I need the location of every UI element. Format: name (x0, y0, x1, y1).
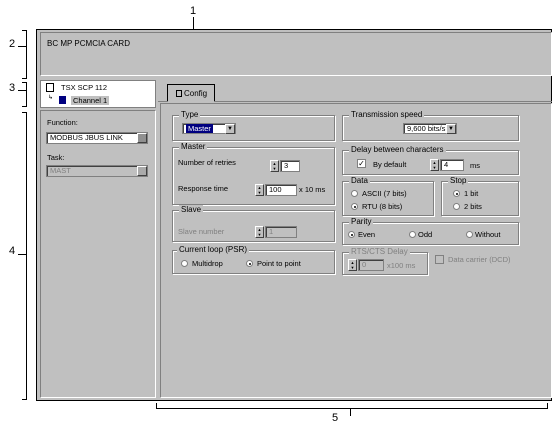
point-to-point-radio[interactable] (246, 260, 253, 267)
retries-input[interactable]: 3 (280, 160, 300, 172)
rts-cts-value: 0 (362, 260, 367, 269)
channel-icon (59, 96, 66, 104)
multidrop-label: Multidrop (192, 259, 223, 268)
parity-even-radio[interactable] (348, 231, 355, 238)
slave-group-title: Slave (179, 205, 204, 214)
response-time-label: Response time (178, 184, 229, 193)
transmission-speed-dropdown-icon[interactable]: ▼ (446, 124, 456, 134)
callout-5: 5 (332, 412, 339, 424)
rts-cts-unit: x100 ms (387, 261, 416, 270)
ascii-radio[interactable] (351, 190, 358, 197)
tree-channel-label[interactable]: Channel 1 (71, 96, 110, 105)
by-default-checkbox[interactable]: ✓ (357, 159, 366, 168)
config-tab-icon (176, 90, 182, 97)
delay-group-title: Delay between characters (349, 145, 446, 154)
by-default-label: By default (373, 160, 407, 169)
master-group-title: Master (179, 142, 208, 151)
parity-without-radio[interactable] (466, 231, 473, 238)
slave-number-spinner-icon[interactable]: ▲ ▼ (255, 226, 264, 238)
rts-cts-spinner-icon[interactable]: ▲ ▼ (348, 259, 357, 271)
callout-1: 1 (190, 5, 197, 17)
module-header: BC MP PCMCIA CARD (40, 32, 552, 76)
response-time-input[interactable]: 100 (265, 184, 297, 196)
slave-number-input[interactable]: 1 (265, 226, 297, 238)
callout-3-bracket (26, 82, 27, 107)
callout-3: 3 (9, 82, 16, 94)
rtu-radio[interactable] (351, 203, 358, 210)
tab-config[interactable]: Config (167, 84, 215, 102)
transmission-speed-value: 9,600 bits/s (407, 124, 446, 133)
retries-value: 3 (284, 161, 289, 170)
tree-branch-icon: ↳ (48, 95, 54, 101)
callout-4-bracket (26, 112, 27, 400)
stop-group-title: Stop (448, 176, 469, 185)
parity-odd-label: Odd (418, 230, 433, 239)
type-group-title: Type (179, 110, 201, 119)
master-group: Master (172, 142, 335, 205)
parity-even-label: Even (358, 230, 376, 239)
parity-odd-radio[interactable] (409, 231, 416, 238)
retries-label: Number of retries (178, 158, 236, 167)
tree-device-label[interactable]: TSX SCP 112 (61, 83, 107, 92)
parity-group-title: Parity (349, 217, 374, 226)
function-label: Function: (47, 118, 78, 127)
function-dropdown-icon[interactable] (137, 133, 147, 143)
rts-cts-input[interactable]: 0 (358, 259, 384, 271)
retries-spinner-icon[interactable]: ▲ ▼ (270, 160, 279, 172)
stop-2-bits-label: 2 bits (464, 202, 482, 211)
callout-2-bracket (26, 30, 27, 79)
point-to-point-label: Point to point (257, 259, 301, 268)
module-title: BC MP PCMCIA CARD (47, 39, 130, 48)
rts-cts-title: RTS/CTS Delay (349, 247, 410, 256)
device-icon (46, 83, 54, 92)
task-value: MAST (50, 166, 71, 175)
current-loop-title: Current loop (PSR) (177, 245, 250, 254)
delay-value: 4 (444, 160, 449, 169)
channel-parameters-panel: Function: MODBUS JBUS LINK Task: MAST (40, 110, 156, 398)
delay-unit: ms (470, 161, 480, 170)
module-tree: TSX SCP 112 ↳ Channel 1 (40, 80, 156, 108)
data-group-title: Data (349, 176, 370, 185)
parity-without-label: Without (475, 230, 501, 239)
callout-2: 2 (9, 38, 16, 50)
response-time-value: 100 (269, 185, 282, 194)
ascii-label: ASCII (7 bits) (362, 189, 407, 198)
data-carrier-checkbox[interactable] (435, 255, 444, 264)
rtu-label: RTU (8 bits) (362, 202, 403, 211)
response-time-unit: x 10 ms (299, 185, 326, 194)
function-value: MODBUS JBUS LINK (50, 133, 123, 142)
delay-input[interactable]: 4 (440, 159, 464, 171)
response-time-spinner-icon[interactable]: ▲ ▼ (255, 184, 264, 196)
type-dropdown-icon[interactable]: ▼ (225, 124, 235, 134)
data-carrier-label: Data carrier (DCD) (448, 255, 511, 264)
tab-config-label: Config (184, 89, 208, 98)
type-value: Master (186, 124, 213, 133)
transmission-speed-title: Transmission speed (349, 110, 425, 119)
task-label: Task: (47, 153, 65, 162)
slave-number-label: Slave number (178, 227, 225, 236)
delay-spinner-icon[interactable]: ▲ ▼ (430, 159, 439, 171)
slave-number-value: 1 (269, 227, 274, 236)
task-dropdown-icon[interactable] (137, 166, 147, 176)
slave-group: Slave (172, 205, 335, 242)
stop-1-bit-label: 1 bit (464, 189, 479, 198)
function-select[interactable]: MODBUS JBUS LINK (46, 132, 148, 144)
multidrop-radio[interactable] (181, 260, 188, 267)
stop-2-bits-radio[interactable] (453, 203, 460, 210)
callout-5-bracket (156, 408, 548, 409)
task-select[interactable]: MAST (46, 165, 148, 177)
callout-4: 4 (9, 245, 16, 257)
stop-1-bit-radio[interactable] (453, 190, 460, 197)
